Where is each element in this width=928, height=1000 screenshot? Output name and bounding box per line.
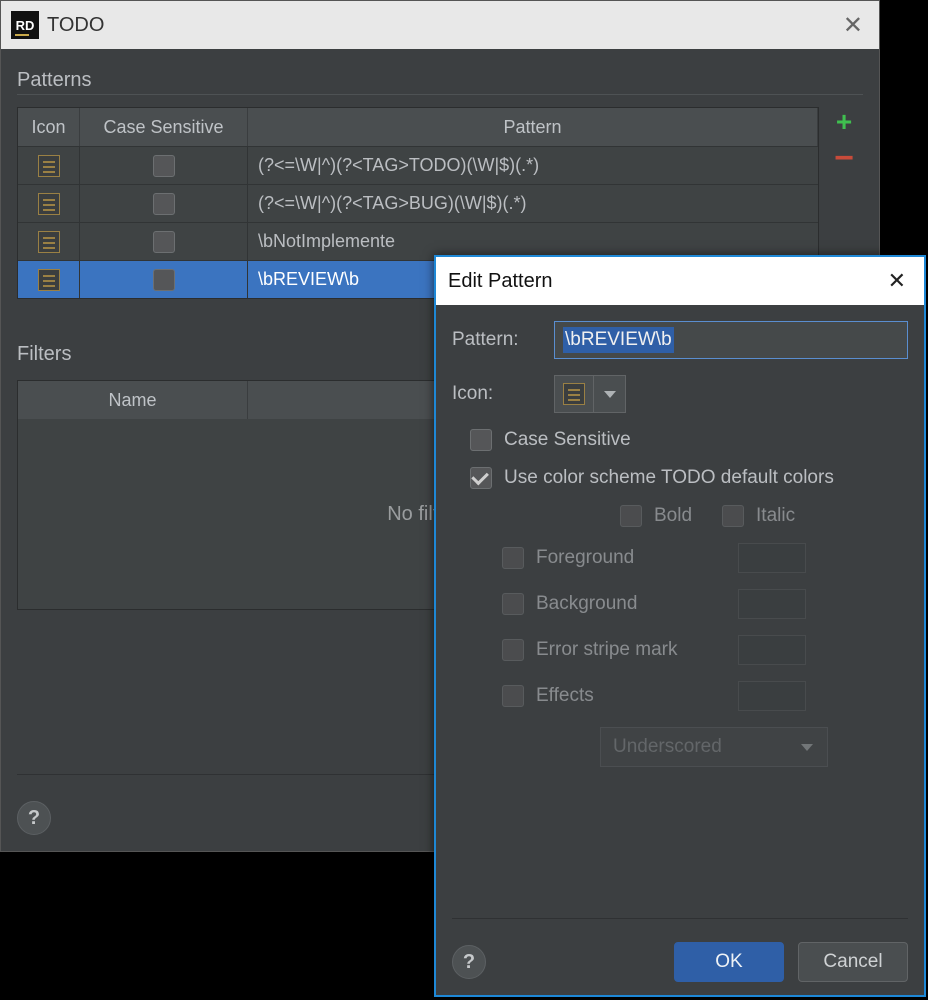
close-icon[interactable]: ✕ <box>837 11 869 40</box>
pattern-cell: (?<=\W|^)(?<TAG>BUG)(\W|$)(.*) <box>248 185 818 222</box>
effects-select[interactable]: Underscored <box>600 727 828 767</box>
background-swatch[interactable] <box>738 589 806 619</box>
effects-swatch[interactable] <box>738 681 806 711</box>
dialog-titlebar: Edit Pattern ✕ <box>436 257 924 305</box>
bold-checkbox[interactable] <box>620 505 642 527</box>
app-icon: RD <box>11 11 39 39</box>
dialog-body: Pattern: \bREVIEW\b Icon: Case Sensitive… <box>436 305 924 929</box>
col-name-header: Name <box>18 381 248 419</box>
foreground-checkbox[interactable] <box>502 547 524 569</box>
case-sensitive-checkbox[interactable] <box>153 269 175 291</box>
col-pattern-header: Pattern <box>248 108 818 146</box>
use-default-row: Use color scheme TODO default colors <box>452 467 908 489</box>
pattern-row: Pattern: \bREVIEW\b <box>452 321 908 359</box>
patterns-section-label: Patterns <box>17 63 863 95</box>
help-button[interactable]: ? <box>452 945 486 979</box>
case-sensitive-checkbox[interactable] <box>153 231 175 253</box>
style-group: Bold Italic Foreground Background Error <box>452 505 908 767</box>
todo-icon <box>38 269 60 291</box>
effects-value: Underscored <box>613 736 722 758</box>
bold-italic-row: Bold Italic <box>470 505 908 527</box>
chevron-down-icon <box>604 391 616 398</box>
case-sensitive-label: Case Sensitive <box>504 429 631 451</box>
error-stripe-swatch[interactable] <box>738 635 806 665</box>
add-pattern-button[interactable]: + <box>827 107 861 137</box>
bold-option: Bold <box>620 505 692 527</box>
effects-row: Effects <box>470 681 908 711</box>
case-sensitive-checkbox[interactable] <box>470 429 492 451</box>
titlebar: RD TODO ✕ <box>1 1 879 49</box>
italic-option: Italic <box>722 505 795 527</box>
foreground-label: Foreground <box>536 547 726 569</box>
icon-combo[interactable] <box>554 375 626 413</box>
remove-pattern-button[interactable]: − <box>827 143 861 173</box>
case-sensitive-checkbox[interactable] <box>153 155 175 177</box>
help-button[interactable]: ? <box>17 801 51 835</box>
dialog-footer: ? OK Cancel <box>436 929 924 995</box>
close-icon[interactable]: ✕ <box>882 268 912 294</box>
window-title: TODO <box>47 14 104 37</box>
background-checkbox[interactable] <box>502 593 524 615</box>
todo-icon <box>563 383 585 405</box>
foreground-swatch[interactable] <box>738 543 806 573</box>
italic-label: Italic <box>756 505 795 527</box>
chevron-down-icon <box>801 744 813 751</box>
case-sensitive-row: Case Sensitive <box>452 429 908 451</box>
error-stripe-checkbox[interactable] <box>502 639 524 661</box>
pattern-label: Pattern: <box>452 329 540 351</box>
pattern-value: \bREVIEW\b <box>563 327 674 353</box>
case-sensitive-checkbox[interactable] <box>153 193 175 215</box>
background-row: Background <box>470 589 908 619</box>
table-row[interactable]: (?<=\W|^)(?<TAG>TODO)(\W|$)(.*) <box>18 146 818 184</box>
patterns-header: Icon Case Sensitive Pattern <box>18 108 818 146</box>
bold-label: Bold <box>654 505 692 527</box>
icon-label: Icon: <box>452 383 540 405</box>
italic-checkbox[interactable] <box>722 505 744 527</box>
todo-icon <box>38 155 60 177</box>
todo-icon <box>38 231 60 253</box>
pattern-input[interactable]: \bREVIEW\b <box>554 321 908 359</box>
ok-button[interactable]: OK <box>674 942 784 982</box>
pattern-cell: (?<=\W|^)(?<TAG>TODO)(\W|$)(.*) <box>248 147 818 184</box>
dialog-title: Edit Pattern <box>448 270 553 293</box>
effects-label: Effects <box>536 685 726 707</box>
col-cs-header: Case Sensitive <box>80 108 248 146</box>
col-icon-header: Icon <box>18 108 80 146</box>
error-stripe-label: Error stripe mark <box>536 639 726 661</box>
background-label: Background <box>536 593 726 615</box>
icon-row: Icon: <box>452 375 908 413</box>
table-row[interactable]: (?<=\W|^)(?<TAG>BUG)(\W|$)(.*) <box>18 184 818 222</box>
effects-checkbox[interactable] <box>502 685 524 707</box>
todo-icon <box>38 193 60 215</box>
edit-pattern-dialog: Edit Pattern ✕ Pattern: \bREVIEW\b Icon:… <box>434 255 926 997</box>
cancel-button[interactable]: Cancel <box>798 942 908 982</box>
use-default-colors-label: Use color scheme TODO default colors <box>504 467 834 489</box>
foreground-row: Foreground <box>470 543 908 573</box>
error-stripe-row: Error stripe mark <box>470 635 908 665</box>
use-default-colors-checkbox[interactable] <box>470 467 492 489</box>
